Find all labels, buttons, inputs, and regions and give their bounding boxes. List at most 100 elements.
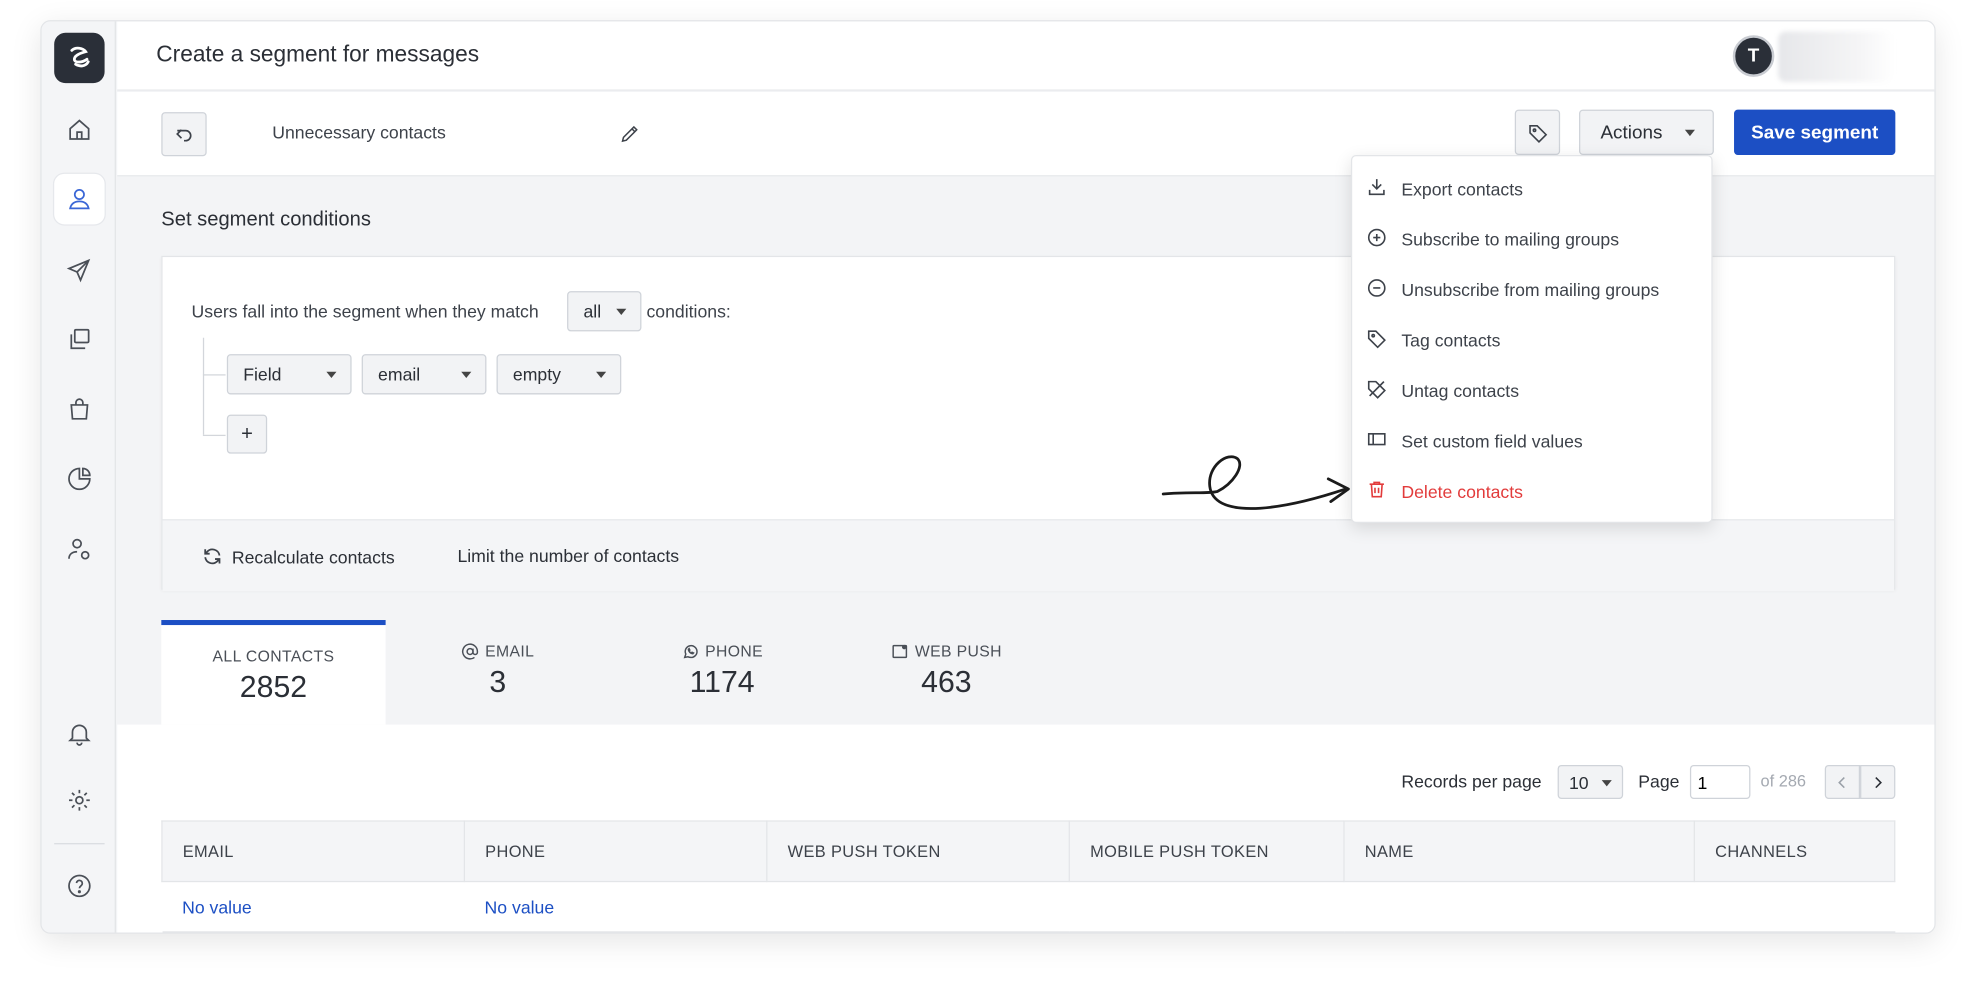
send-icon <box>66 258 91 283</box>
page-number-input[interactable] <box>1689 764 1751 799</box>
actions-label: Actions <box>1600 121 1663 144</box>
actions-menu: Export contacts Subscribe to mailing gro… <box>1350 155 1713 523</box>
menu-item-unsubscribe[interactable]: Unsubscribe from mailing groups <box>1352 267 1711 312</box>
cell-mobile-push-token <box>1069 881 1345 933</box>
trash-icon <box>1369 481 1384 498</box>
conditions-suffix: conditions: <box>646 301 731 322</box>
segment-name[interactable]: Unnecessary contacts <box>272 122 446 142</box>
tree-branch <box>202 374 226 376</box>
rule-type-value: Field <box>243 364 282 385</box>
caret-down-icon <box>616 308 627 316</box>
records-panel: Records per page 10 Page of 286 EMAIL PH… <box>117 724 1935 933</box>
table-row[interactable]: No value No value <box>161 881 1895 933</box>
chevron-left-icon <box>1838 776 1845 788</box>
chevron-right-icon <box>1875 776 1882 788</box>
page-title: Create a segment for messages <box>156 41 480 67</box>
actions-dropdown-button[interactable]: Actions <box>1579 109 1714 156</box>
user-name-blurred[interactable] <box>1778 31 1895 82</box>
page-total: of 286 <box>1760 771 1807 791</box>
tab-label: WEB PUSH <box>914 642 1002 661</box>
caret-down-icon <box>461 371 472 379</box>
column-header-web-push-token[interactable]: WEB PUSH TOKEN <box>766 820 1070 883</box>
tab-phone[interactable]: PHONE 1174 <box>610 620 834 725</box>
menu-item-delete-contacts[interactable]: Delete contacts <box>1352 469 1711 514</box>
cell-channels <box>1694 881 1895 933</box>
tab-label: EMAIL <box>485 642 535 661</box>
tree-branch <box>202 434 226 437</box>
tab-count: 2852 <box>239 670 308 705</box>
nav-store[interactable] <box>54 384 104 434</box>
tab-all-contacts[interactable]: ALL CONTACTS 2852 <box>161 620 386 725</box>
minus-circle-icon <box>1367 279 1386 297</box>
avatar[interactable]: T <box>1732 35 1775 77</box>
menu-item-label: Subscribe to mailing groups <box>1401 229 1620 250</box>
menu-item-set-custom-fields[interactable]: Set custom field values <box>1352 418 1711 463</box>
tab-email[interactable]: EMAIL 3 <box>386 620 610 725</box>
rule-field-select[interactable]: email <box>361 354 487 395</box>
caret-down-icon <box>326 371 337 379</box>
menu-item-untag-contacts[interactable]: Untag contacts <box>1352 368 1711 413</box>
home-icon <box>69 119 90 140</box>
section-title: Set segment conditions <box>161 209 371 231</box>
nav-templates[interactable] <box>54 314 104 364</box>
tag-button[interactable] <box>1514 109 1561 156</box>
nav-settings[interactable] <box>54 775 104 825</box>
app-logo[interactable] <box>54 32 105 84</box>
sidebar <box>41 21 116 933</box>
menu-item-export-contacts[interactable]: Export contacts <box>1352 166 1711 211</box>
menu-item-label: Tag contacts <box>1401 330 1501 351</box>
tab-count: 1174 <box>689 665 755 700</box>
limit-contacts-link[interactable]: Limit the number of contacts <box>457 546 679 566</box>
column-header-name[interactable]: NAME <box>1343 820 1695 883</box>
nav-analytics[interactable] <box>54 454 104 504</box>
menu-item-label: Unsubscribe from mailing groups <box>1401 279 1660 300</box>
column-header-phone[interactable]: PHONE <box>463 820 768 883</box>
cell-name <box>1344 881 1695 933</box>
nav-help[interactable] <box>54 861 104 911</box>
cell-phone[interactable]: No value <box>464 881 767 933</box>
cell-web-push-token <box>766 881 1070 933</box>
rule-operator-select[interactable]: empty <box>496 354 622 395</box>
help-icon <box>68 874 91 898</box>
match-select[interactable]: all <box>567 291 642 332</box>
user-icon <box>69 189 90 210</box>
rule-field-value: email <box>378 364 421 385</box>
records-per-page-label: Records per page <box>1401 771 1542 792</box>
nav-contacts[interactable] <box>54 173 105 225</box>
field-icon <box>1367 433 1386 446</box>
recalculate-label: Recalculate contacts <box>231 546 395 567</box>
download-icon <box>1368 179 1385 196</box>
next-page-button[interactable] <box>1860 764 1896 799</box>
nav-notifications[interactable] <box>54 708 104 758</box>
top-bar: Create a segment for messages T <box>117 21 1935 91</box>
add-condition-button[interactable]: + <box>226 414 268 454</box>
menu-item-tag-contacts[interactable]: Tag contacts <box>1352 318 1711 363</box>
column-header-email[interactable]: EMAIL <box>161 820 466 883</box>
tab-count: 463 <box>921 665 972 700</box>
tab-web-push[interactable]: WEB PUSH 463 <box>834 620 1058 725</box>
gear-icon <box>68 789 90 811</box>
column-header-channels[interactable]: CHANNELS <box>1693 820 1896 883</box>
user-gear-icon <box>68 538 90 560</box>
pencil-icon[interactable] <box>619 122 642 145</box>
save-segment-button[interactable]: Save segment <box>1734 109 1896 156</box>
nav-user-settings[interactable] <box>54 524 104 574</box>
nav-campaigns[interactable] <box>54 244 104 294</box>
plus-circle-icon <box>1367 228 1386 247</box>
rule-type-select[interactable]: Field <box>226 354 352 395</box>
column-header-mobile-push-token[interactable]: MOBILE PUSH TOKEN <box>1068 820 1345 883</box>
records-per-page-select[interactable]: 10 <box>1557 764 1624 799</box>
prev-page-button[interactable] <box>1824 764 1861 799</box>
browser-icon <box>892 644 908 659</box>
tab-label-row: WEB PUSH <box>834 642 1058 661</box>
tag-icon <box>1528 124 1547 143</box>
undo-arrow-icon <box>176 128 192 141</box>
recalculate-contacts-button[interactable]: Recalculate contacts <box>202 546 395 567</box>
nav-home[interactable] <box>54 105 104 155</box>
back-button[interactable] <box>161 112 207 157</box>
screenshot-stage: Create a segment for messages T Unnecess… <box>0 0 1976 994</box>
menu-item-subscribe[interactable]: Subscribe to mailing groups <box>1352 217 1711 262</box>
cell-email[interactable]: No value <box>161 881 465 933</box>
logo-icon <box>70 46 90 68</box>
match-value: all <box>583 301 602 322</box>
